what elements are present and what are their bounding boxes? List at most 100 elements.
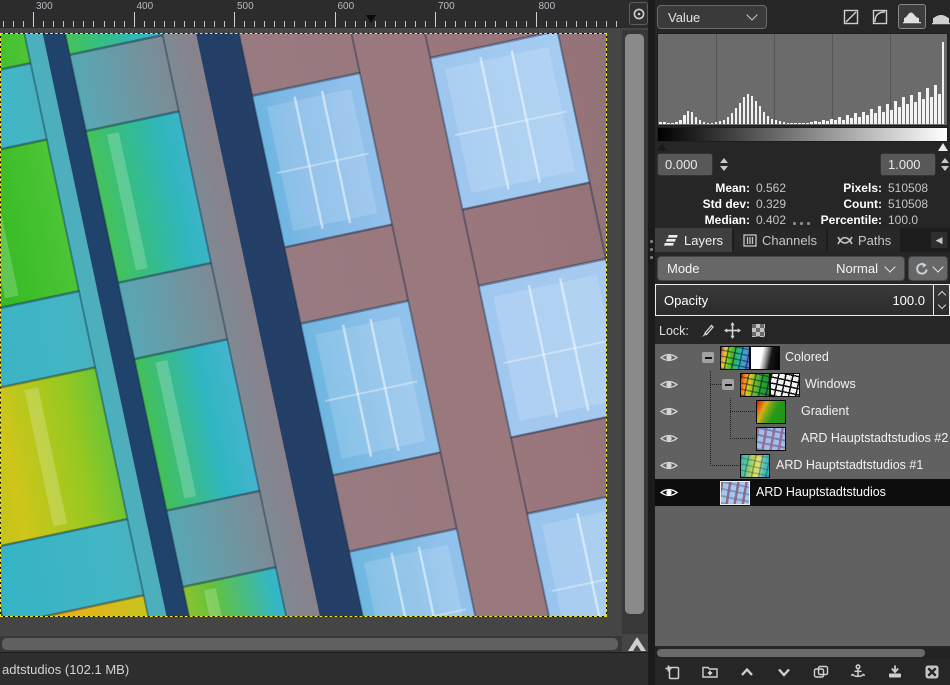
ruler-tick bbox=[425, 21, 426, 27]
histogram-bar bbox=[926, 88, 929, 124]
spin-down-icon bbox=[937, 301, 945, 309]
visibility-eye-icon[interactable] bbox=[660, 351, 678, 364]
layer-row[interactable]: ARD Hauptstadtstudios #1 bbox=[655, 452, 950, 479]
layer-thumbnail[interactable] bbox=[740, 454, 770, 478]
histogram-bar bbox=[794, 123, 797, 124]
layer-name[interactable]: Colored bbox=[785, 350, 829, 364]
layer-list-scrollbar[interactable] bbox=[655, 648, 950, 658]
layer-row[interactable]: Colored bbox=[655, 344, 950, 371]
mode-switch-button[interactable] bbox=[908, 256, 948, 281]
layer-mode-select[interactable]: Mode Normal bbox=[657, 256, 905, 281]
layer-name[interactable]: ARD Hauptstadtstudios bbox=[756, 485, 886, 499]
histogram-low-handle[interactable] bbox=[657, 143, 667, 151]
histogram-high-spinner[interactable] bbox=[939, 153, 950, 176]
zoom-follow-window-button[interactable] bbox=[629, 2, 648, 25]
tab-paths[interactable]: Paths bbox=[828, 228, 902, 252]
histogram-bar bbox=[854, 113, 857, 124]
lock-pixels-button[interactable] bbox=[694, 321, 720, 341]
pixels-value: 510508 bbox=[888, 181, 928, 195]
histogram-bar bbox=[687, 111, 690, 124]
opacity-slider[interactable]: Opacity 100.0 bbox=[655, 284, 950, 316]
layer-row[interactable]: ARD Hauptstadtstudios #2 bbox=[655, 425, 950, 452]
layer-name[interactable]: Windows bbox=[805, 377, 856, 391]
channels-icon bbox=[743, 234, 757, 247]
layer-row[interactable]: Windows bbox=[655, 371, 950, 398]
ruler-tick-major bbox=[435, 12, 436, 27]
linear-histogram-button[interactable] bbox=[898, 4, 926, 29]
navigation-button[interactable] bbox=[626, 634, 648, 654]
histogram-high-handle[interactable] bbox=[938, 143, 948, 151]
log-histogram-button[interactable] bbox=[931, 5, 950, 29]
anchor-layer-button[interactable] bbox=[839, 660, 876, 684]
layer-row-selected[interactable]: ARD Hauptstadtstudios bbox=[655, 479, 950, 506]
tab-menu-button[interactable]: ◀ bbox=[931, 232, 947, 248]
layer-thumbnail[interactable] bbox=[740, 373, 770, 397]
histogram-bar bbox=[715, 122, 718, 124]
horizontal-scrollbar[interactable] bbox=[0, 636, 622, 652]
new-group-button[interactable] bbox=[692, 660, 729, 684]
delete-layer-button[interactable] bbox=[913, 660, 950, 684]
ruler-label: 300 bbox=[36, 1, 53, 12]
layer-thumbnail[interactable] bbox=[720, 481, 750, 505]
image-canvas[interactable] bbox=[0, 33, 607, 617]
new-group-icon bbox=[701, 663, 719, 681]
lock-label: Lock: bbox=[659, 324, 689, 338]
layer-name[interactable]: ARD Hauptstadtstudios #1 bbox=[776, 458, 923, 472]
lock-alpha-button[interactable] bbox=[746, 321, 772, 341]
new-layer-button[interactable] bbox=[655, 660, 692, 684]
layer-name[interactable]: Gradient bbox=[801, 404, 849, 418]
histogram-gradient-strip[interactable] bbox=[657, 127, 948, 142]
expander-collapse[interactable] bbox=[722, 379, 734, 390]
duplicate-layer-button[interactable] bbox=[803, 660, 840, 684]
layer-mask-thumbnail[interactable] bbox=[750, 346, 780, 370]
histogram-logarithmic-button[interactable] bbox=[868, 5, 892, 29]
opacity-spinner[interactable] bbox=[933, 285, 949, 315]
visibility-eye-icon[interactable] bbox=[660, 405, 678, 418]
histogram-low-spinner[interactable] bbox=[716, 153, 732, 176]
ruler-tick bbox=[3, 21, 4, 27]
tab-channels[interactable]: Channels bbox=[734, 228, 828, 252]
ruler-tick bbox=[53, 21, 54, 27]
visibility-eye-icon[interactable] bbox=[660, 486, 678, 499]
visibility-eye-icon[interactable] bbox=[660, 378, 678, 391]
tab-layers-label: Layers bbox=[684, 233, 723, 248]
ruler-tick bbox=[254, 21, 255, 27]
histogram-bar bbox=[886, 104, 889, 124]
tab-layers[interactable]: Layers bbox=[655, 228, 734, 252]
layer-list-scrollbar-thumb[interactable] bbox=[657, 649, 925, 657]
merge-down-button[interactable] bbox=[876, 660, 913, 684]
histogram-high-input[interactable]: 1.000 bbox=[880, 153, 936, 176]
histogram-channel-select[interactable]: Value bbox=[657, 5, 767, 29]
divider-grip-dot bbox=[650, 248, 653, 251]
histogram-linear-button[interactable] bbox=[838, 5, 864, 29]
visibility-eye-icon[interactable] bbox=[660, 459, 678, 472]
layer-list[interactable]: Colored Windows Gradient bbox=[655, 344, 950, 646]
lock-position-button[interactable] bbox=[720, 321, 746, 341]
image-viewport[interactable] bbox=[0, 28, 648, 636]
vertical-scrollbar[interactable] bbox=[622, 30, 648, 634]
layer-name[interactable]: ARD Hauptstadtstudios #2 bbox=[801, 431, 948, 445]
layer-thumbnail[interactable] bbox=[756, 400, 786, 424]
ruler-label: 400 bbox=[137, 1, 154, 12]
dockable-tabs: Layers Channels Paths ◀ bbox=[655, 228, 950, 252]
ruler-label: 700 bbox=[438, 1, 455, 12]
histogram-plot[interactable] bbox=[657, 33, 948, 126]
layer-thumbnail[interactable] bbox=[720, 346, 750, 370]
histogram-bar bbox=[858, 117, 861, 124]
layer-thumbnail[interactable] bbox=[756, 427, 786, 451]
horizontal-scrollbar-thumb[interactable] bbox=[2, 638, 618, 650]
section-resize-grip[interactable] bbox=[793, 222, 813, 225]
panel-divider[interactable] bbox=[648, 0, 655, 685]
raise-layer-button[interactable] bbox=[729, 660, 766, 684]
horizontal-ruler[interactable]: 300400500600700800 bbox=[0, 0, 648, 29]
lower-layer-button[interactable] bbox=[766, 660, 803, 684]
layer-mask-thumbnail[interactable] bbox=[770, 373, 800, 397]
vertical-scrollbar-thumb[interactable] bbox=[625, 34, 644, 614]
layer-row[interactable]: Gradient bbox=[655, 398, 950, 425]
histogram-bar bbox=[699, 120, 702, 124]
histogram-bar bbox=[767, 116, 770, 124]
expander-collapse[interactable] bbox=[702, 352, 714, 363]
visibility-eye-icon[interactable] bbox=[660, 432, 678, 445]
ruler-tick bbox=[13, 21, 14, 27]
histogram-low-input[interactable]: 0.000 bbox=[657, 153, 713, 176]
